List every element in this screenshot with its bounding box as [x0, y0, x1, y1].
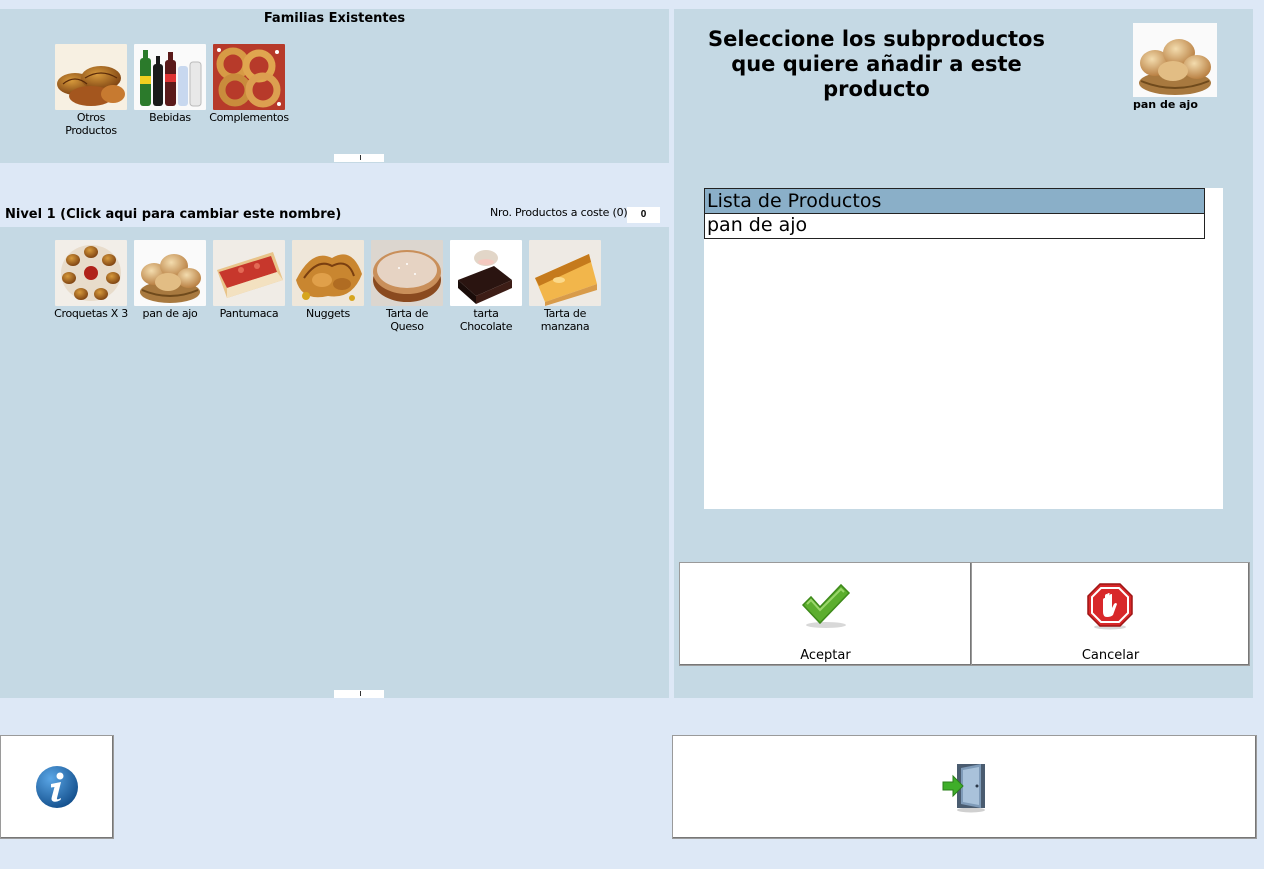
level-name-button[interactable]: Nivel 1 (Click aqui para cambiar este no…: [5, 207, 341, 222]
product-tile-tarta-de-queso[interactable]: Tarta de Queso: [367, 240, 447, 333]
product-tile-nuggets[interactable]: Nuggets: [288, 240, 368, 320]
product-tile-pan-de-ajo[interactable]: pan de ajo: [130, 240, 210, 320]
product-label: Pantumaca: [219, 307, 279, 320]
family-tile-otros-productos[interactable]: Otros Productos: [51, 44, 131, 137]
accept-button[interactable]: Aceptar: [679, 562, 972, 666]
families-panel: Familias Existentes Otros Productos Bebi…: [0, 9, 669, 163]
cheesecake-photo-icon: [371, 240, 443, 306]
onion-rings-photo-icon: [213, 44, 285, 110]
families-scroll-handle[interactable]: [334, 154, 384, 162]
families-title: Familias Existentes: [263, 11, 406, 26]
exit-button[interactable]: [672, 735, 1257, 839]
family-label: Otros Productos: [65, 111, 117, 137]
selected-product-photo-icon: [1133, 23, 1217, 97]
product-label: tarta Chocolate: [459, 307, 513, 333]
drinks-bottles-photo-icon: [134, 44, 206, 110]
croissants-photo-icon: [55, 44, 127, 110]
product-tile-croquetas[interactable]: Croquetas X 3: [51, 240, 131, 320]
info-button[interactable]: [0, 735, 114, 839]
subproducts-list: Lista de Productos pan de ajo: [704, 188, 1223, 509]
stop-hand-icon: [1087, 583, 1133, 630]
chocolate-cake-photo-icon: [450, 240, 522, 306]
products-panel: Croquetas X 3 pan de ajo Pantumaca Nugge…: [0, 227, 669, 698]
product-tile-tarta-de-manzana[interactable]: Tarta de manzana: [525, 240, 605, 333]
cost-count-field[interactable]: 0: [627, 207, 660, 223]
checkmark-icon: [801, 583, 851, 628]
product-label: Croquetas X 3: [54, 307, 128, 320]
family-label: Complementos: [209, 111, 289, 124]
family-label: Bebidas: [149, 111, 191, 124]
cancel-button[interactable]: Cancelar: [971, 562, 1250, 666]
croquettes-photo-icon: [55, 240, 127, 306]
list-header: Lista de Productos: [704, 188, 1205, 214]
family-tile-bebidas[interactable]: Bebidas: [130, 44, 210, 124]
product-label: Tarta de manzana: [540, 307, 590, 333]
exit-door-icon: [942, 764, 985, 813]
products-scroll-handle[interactable]: [334, 690, 384, 698]
info-icon: [36, 766, 78, 808]
level-bar: Nivel 1 (Click aqui para cambiar este no…: [0, 206, 669, 226]
family-tile-complementos[interactable]: Complementos: [209, 44, 289, 124]
bread-basket-photo-icon: [134, 240, 206, 306]
cost-count-label: Nro. Productos a coste (0): [490, 206, 628, 219]
product-tile-pantumaca[interactable]: Pantumaca: [209, 240, 289, 320]
product-tile-tarta-chocolate[interactable]: tarta Chocolate: [446, 240, 526, 333]
page-title: Seleccione los subproductos que quiere a…: [708, 27, 1045, 101]
cancel-label: Cancelar: [1081, 648, 1140, 663]
nuggets-photo-icon: [292, 240, 364, 306]
tomato-bread-photo-icon: [213, 240, 285, 306]
product-label: Tarta de Queso: [385, 307, 429, 333]
product-label: Nuggets: [306, 307, 350, 320]
list-item[interactable]: pan de ajo: [704, 213, 1205, 239]
selected-product-label: pan de ajo: [1133, 98, 1198, 111]
apple-tart-photo-icon: [529, 240, 601, 306]
accept-label: Aceptar: [800, 648, 851, 663]
product-label: pan de ajo: [142, 307, 198, 320]
